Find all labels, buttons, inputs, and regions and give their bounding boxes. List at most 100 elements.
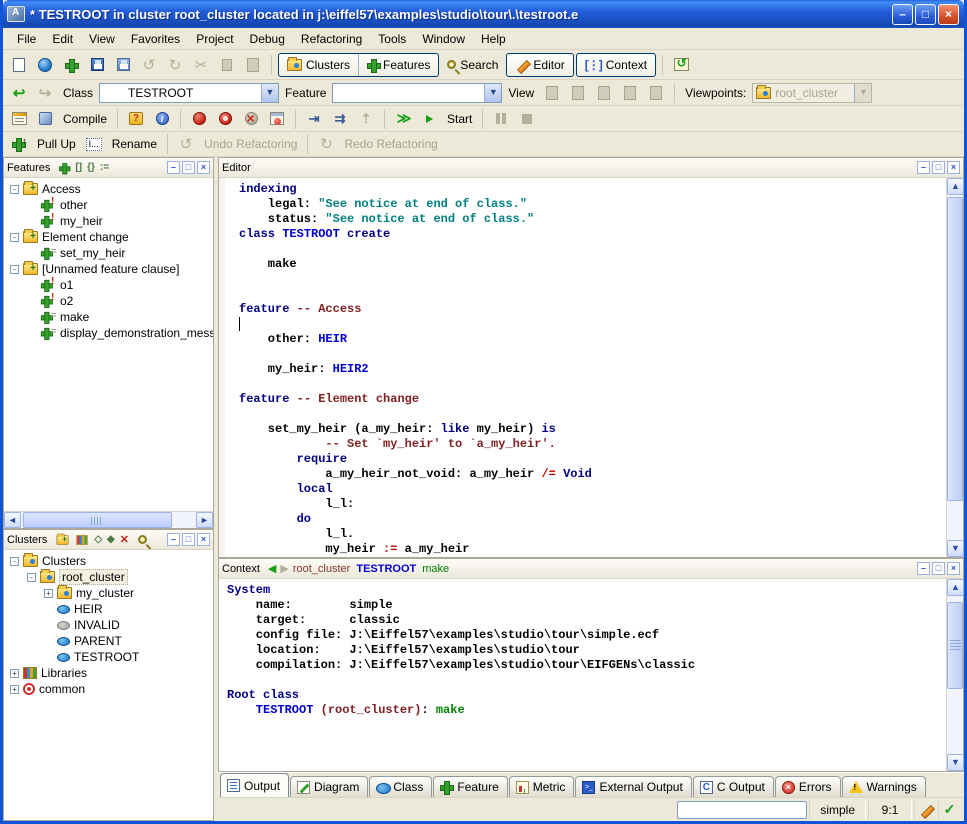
tree-item-make[interactable]: =make [8, 309, 213, 325]
class-combo[interactable]: TESTROOT ▼ [99, 83, 279, 103]
panel-close-icon[interactable]: × [947, 161, 960, 174]
collapse-icon[interactable]: - [10, 265, 19, 274]
tab-metric[interactable]: Metric [509, 776, 575, 797]
search-tool-button[interactable]: Search [441, 53, 504, 77]
clusters-tool-button[interactable]: Clusters [279, 54, 358, 76]
tree-item-other[interactable]: !other [8, 197, 213, 213]
start-label[interactable]: Start [443, 112, 476, 126]
panel-close-icon[interactable]: × [197, 533, 210, 546]
menu-edit[interactable]: Edit [44, 30, 81, 48]
close-button[interactable]: × [938, 4, 959, 25]
breadcrumb-root-cluster[interactable]: root_cluster [293, 563, 350, 575]
tree-item-invalid[interactable]: INVALID [8, 617, 213, 633]
new-feature-icon[interactable] [60, 163, 70, 173]
tab-errors[interactable]: ×Errors [775, 776, 841, 797]
step-over-icon[interactable]: ⇉ [328, 108, 352, 130]
panel-minimize-icon[interactable]: – [917, 161, 930, 174]
feature-combo[interactable]: ▼ [332, 83, 502, 103]
info-icon[interactable]: i [150, 108, 174, 130]
scroll-left-icon[interactable]: ◄ [4, 512, 21, 528]
menu-tools[interactable]: Tools [370, 30, 414, 48]
collapse-icon[interactable]: - [10, 557, 19, 566]
features-hscrollbar[interactable]: ◄ ► [4, 511, 213, 528]
save-icon[interactable] [85, 54, 109, 76]
context-panel-header[interactable]: Context ◀ ▶ root_clusterTESTROOTmake – □… [219, 559, 963, 579]
features-tool-button[interactable]: Features [358, 54, 438, 76]
add-class-icon[interactable]: ◇ [94, 534, 102, 545]
menu-window[interactable]: Window [414, 30, 473, 48]
rename-icon[interactable]: I... [82, 133, 106, 155]
tree-item-my-cluster[interactable]: +my_cluster [8, 585, 213, 601]
menu-view[interactable]: View [81, 30, 123, 48]
tree-item-heir[interactable]: HEIR [8, 601, 213, 617]
new-cluster-icon[interactable]: + [57, 535, 69, 545]
chevron-down-icon[interactable]: ▼ [261, 84, 278, 102]
tree-item-o1[interactable]: !o1 [8, 277, 213, 293]
panel-maximize-icon[interactable]: □ [182, 533, 195, 546]
context-output[interactable]: System name: simple target: classic conf… [219, 579, 946, 771]
panel-close-icon[interactable]: × [197, 161, 210, 174]
editor-vscrollbar[interactable]: ▲ ▼ [946, 178, 963, 557]
collapse-icon[interactable]: - [10, 185, 19, 194]
tab-diagram[interactable]: Diagram [290, 776, 368, 797]
tree-item-set-my-heir[interactable]: =set_my_heir [8, 245, 213, 261]
compile-label[interactable]: Compile [59, 112, 111, 126]
tree-item-parent[interactable]: PARENT [8, 633, 213, 649]
panel-minimize-icon[interactable]: – [167, 533, 180, 546]
pull-up-icon[interactable]: ↑ [7, 133, 31, 155]
pull-up-label[interactable]: Pull Up [33, 137, 80, 151]
collapse-icon[interactable]: - [27, 573, 36, 582]
menu-favorites[interactable]: Favorites [123, 30, 188, 48]
edit-mode-icon[interactable] [914, 801, 936, 819]
panel-maximize-icon[interactable]: □ [932, 161, 945, 174]
maximize-button[interactable]: □ [915, 4, 936, 25]
enable-breakpoints-icon[interactable] [187, 108, 211, 130]
context-tool-button[interactable]: [⋮] Context [576, 53, 656, 77]
tab-output[interactable]: Output [220, 773, 289, 797]
editor-code[interactable]: indexing legal: "See notice at end of cl… [219, 178, 946, 557]
tab-external-output[interactable]: >_External Output [575, 776, 691, 797]
panel-maximize-icon[interactable]: □ [932, 562, 945, 575]
panel-minimize-icon[interactable]: – [167, 161, 180, 174]
editor-tool-button[interactable]: Editor [506, 53, 573, 77]
tree-item-libraries[interactable]: +Libraries [8, 665, 213, 681]
chevron-down-icon[interactable]: ▼ [484, 84, 501, 102]
breakpoints-window-icon[interactable] [265, 108, 289, 130]
disable-breakpoints-icon[interactable] [213, 108, 237, 130]
step-into-icon[interactable]: ⇥ [302, 108, 326, 130]
melt-icon[interactable] [33, 108, 57, 130]
project-settings-icon[interactable] [7, 108, 31, 130]
tab-c-output[interactable]: CC Output [693, 776, 774, 797]
tab-feature[interactable]: Feature [433, 776, 507, 797]
menu-file[interactable]: File [9, 30, 44, 48]
scroll-right-icon[interactable]: ► [196, 512, 213, 528]
tree-item-display-demonstration-messa[interactable]: =display_demonstration_messa [8, 325, 213, 341]
tree-item-element-change[interactable]: -+Element change [8, 229, 213, 245]
features-panel-header[interactable]: Features [] {} := – □ × [4, 158, 213, 178]
add-item-icon[interactable]: ◆ [107, 534, 115, 545]
menu-project[interactable]: Project [188, 30, 241, 48]
search-cluster-icon[interactable] [138, 535, 147, 544]
minimize-button[interactable]: – [892, 4, 913, 25]
breadcrumb-testroot[interactable]: TESTROOT [356, 563, 416, 575]
add-project-icon[interactable] [59, 54, 83, 76]
collapse-icon[interactable]: - [10, 233, 19, 242]
menu-refactoring[interactable]: Refactoring [293, 30, 370, 48]
scroll-up-icon[interactable]: ▲ [947, 178, 964, 195]
rename-label[interactable]: Rename [108, 137, 161, 151]
open-icon[interactable] [33, 54, 57, 76]
panel-maximize-icon[interactable]: □ [182, 161, 195, 174]
remove-breakpoints-icon[interactable] [239, 108, 263, 130]
compile-help-icon[interactable]: ? [124, 108, 148, 130]
editor-panel-header[interactable]: Editor – □ × [219, 158, 963, 178]
save-all-icon[interactable] [111, 54, 135, 76]
scroll-down-icon[interactable]: ▼ [947, 754, 964, 771]
expand-icon[interactable]: + [44, 589, 53, 598]
remove-icon[interactable]: ✕ [120, 533, 129, 546]
run-no-stop-icon[interactable]: ≫ [391, 108, 415, 130]
tab-class[interactable]: Class [369, 776, 432, 797]
menu-debug[interactable]: Debug [242, 30, 293, 48]
start-icon[interactable] [417, 108, 441, 130]
expand-icon[interactable]: + [10, 669, 19, 678]
panel-close-icon[interactable]: × [947, 562, 960, 575]
